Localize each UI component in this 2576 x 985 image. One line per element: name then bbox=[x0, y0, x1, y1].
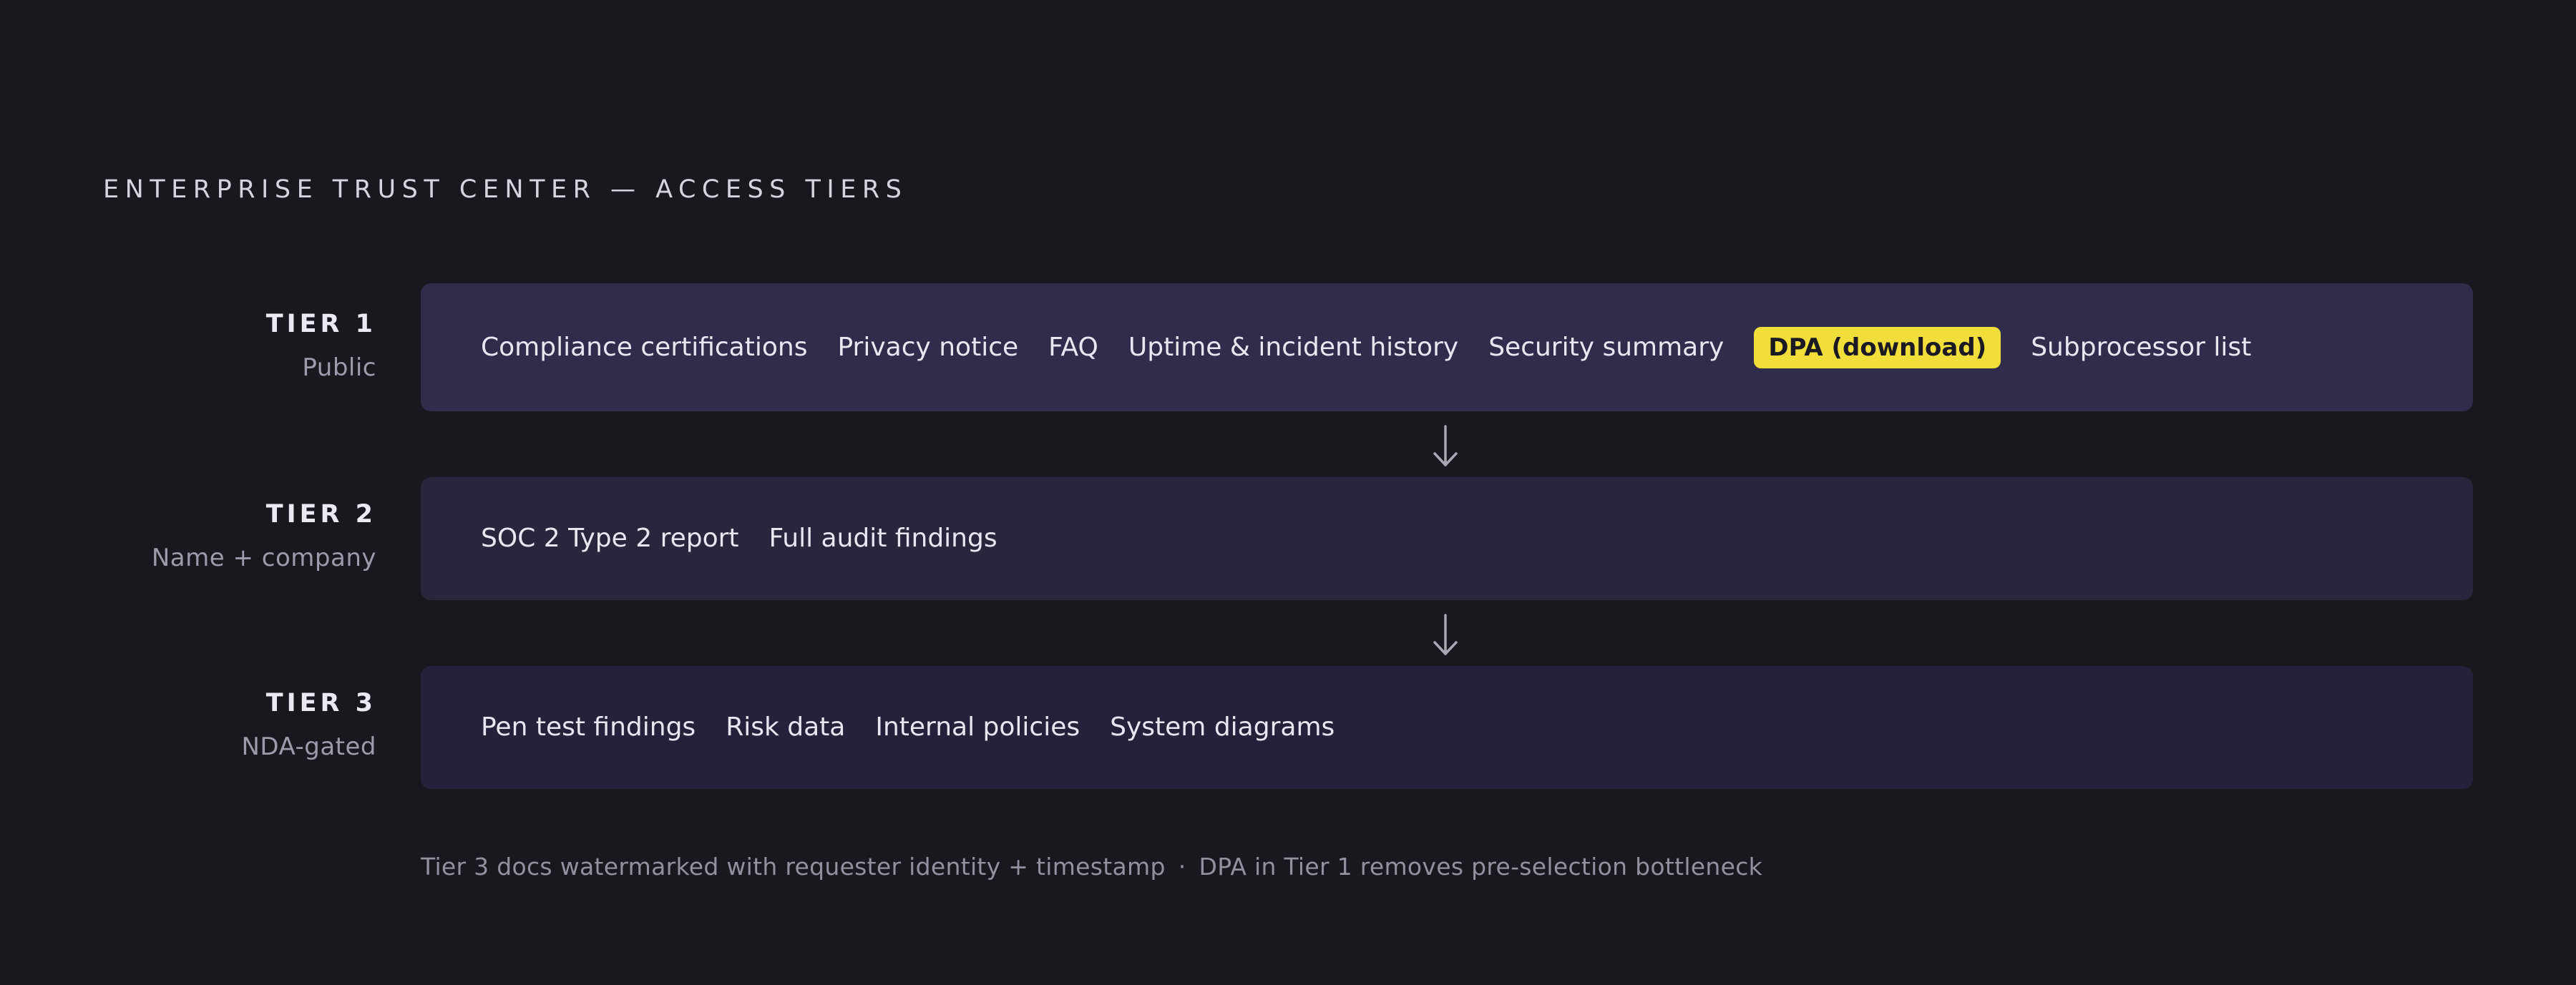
dpa-download-badge[interactable]: DPA (download) bbox=[1754, 326, 2001, 368]
footnote-separator: · bbox=[1178, 853, 1186, 881]
doc-internal-policies[interactable]: Internal policies bbox=[875, 711, 1080, 744]
tier-access-level: NDA-gated bbox=[241, 732, 376, 761]
arrow-down-icon bbox=[1433, 614, 1458, 655]
page-title: ENTERPRISE TRUST CENTER — ACCESS TIERS bbox=[103, 175, 908, 204]
footnote-watermark-note: Tier 3 docs watermarked with requester i… bbox=[421, 853, 1166, 881]
arrow-down-icon bbox=[1433, 425, 1458, 466]
tier-name: TIER 2 bbox=[265, 500, 376, 529]
doc-full-audit-findings[interactable]: Full audit findings bbox=[769, 522, 997, 555]
doc-security-summary[interactable]: Security summary bbox=[1488, 331, 1724, 364]
doc-uptime-incident-history[interactable]: Uptime & incident history bbox=[1128, 331, 1458, 364]
tier-access-level: Name + company bbox=[151, 544, 376, 572]
footnote: Tier 3 docs watermarked with requester i… bbox=[421, 851, 1762, 883]
tier-1-box: Compliance certifications Privacy notice… bbox=[421, 283, 2473, 411]
doc-soc2-type2-report[interactable]: SOC 2 Type 2 report bbox=[481, 522, 739, 555]
footnote-dpa-note: DPA in Tier 1 removes pre-selection bott… bbox=[1199, 853, 1763, 881]
tier-access-level: Public bbox=[302, 353, 376, 382]
doc-risk-data[interactable]: Risk data bbox=[726, 711, 845, 744]
tier-name: TIER 1 bbox=[265, 310, 376, 338]
tier-1-label: TIER 1 Public bbox=[266, 308, 376, 383]
tier-3-box: Pen test findings Risk data Internal pol… bbox=[421, 666, 2473, 789]
doc-subprocessor-list[interactable]: Subprocessor list bbox=[2031, 331, 2251, 364]
doc-pen-test-findings[interactable]: Pen test findings bbox=[481, 711, 696, 744]
doc-privacy-notice[interactable]: Privacy notice bbox=[837, 331, 1018, 364]
tier-name: TIER 3 bbox=[265, 689, 376, 717]
doc-faq[interactable]: FAQ bbox=[1048, 331, 1098, 364]
tier-2-label: TIER 2 Name + company bbox=[152, 499, 376, 574]
tier-3-label: TIER 3 NDA-gated bbox=[241, 687, 376, 763]
doc-system-diagrams[interactable]: System diagrams bbox=[1110, 711, 1335, 744]
tier-2-box: SOC 2 Type 2 report Full audit findings bbox=[421, 477, 2473, 600]
doc-compliance-certifications[interactable]: Compliance certifications bbox=[481, 331, 807, 364]
